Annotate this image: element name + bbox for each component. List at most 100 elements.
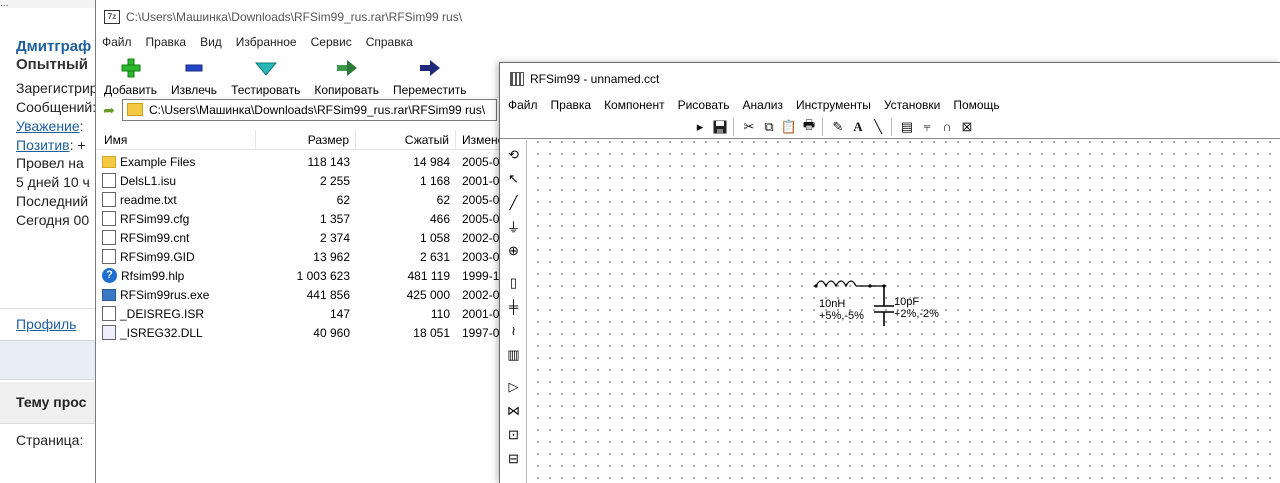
menu-edit[interactable]: Правка	[146, 35, 187, 49]
file-packed-size: 466	[429, 211, 450, 226]
rf-menu-draw[interactable]: Рисовать	[678, 98, 730, 112]
file-icon	[102, 173, 116, 188]
two-port-icon[interactable]: ⊟	[505, 450, 522, 467]
amplifier-icon[interactable]: ▷	[505, 378, 522, 395]
paste-icon[interactable]: 📋	[779, 117, 799, 137]
component-palette: ⟲ ↖ ╱ ⏚ ⊕ ▯ ╪ ≀ ▥ ▷ ⋈ ⊡ ⊟	[500, 140, 527, 483]
file-row[interactable]: ? Rfsim99.hlp 1 003 623 481 119 1999-12	[96, 266, 516, 285]
forum-last-visit: Последний	[16, 193, 89, 209]
file-packed-size: 2 631	[419, 249, 450, 264]
port-icon[interactable]: ⊕	[505, 242, 522, 259]
transmission-line-icon[interactable]: ▥	[505, 346, 522, 363]
file-icon	[102, 306, 116, 321]
test-button[interactable]: Тестировать	[231, 57, 300, 97]
menu-help[interactable]: Справка	[366, 35, 413, 49]
file-icon	[102, 192, 116, 207]
pointer-icon[interactable]: ↖	[505, 170, 522, 187]
capacitor-icon[interactable]: ╪	[505, 298, 522, 315]
file-row[interactable]: _ISREG32.DLL 40 960 18 051 1997-04	[96, 323, 516, 342]
help-file-icon: ?	[102, 268, 117, 283]
rf-menu-settings[interactable]: Установки	[884, 98, 940, 112]
forum-respect-link[interactable]: Уважение	[16, 118, 80, 134]
rfsim-menubar: Файл Правка Компонент Рисовать Анализ Ин…	[500, 95, 1280, 115]
ground-icon[interactable]: ⏚	[505, 218, 522, 235]
menu-tools[interactable]: Сервис	[311, 35, 352, 49]
rf-menu-edit[interactable]: Правка	[551, 98, 592, 112]
move-arrow-icon	[418, 57, 442, 79]
file-packed-size: 14 984	[413, 154, 450, 169]
pen-icon[interactable]: ✎	[828, 117, 848, 137]
file-name-cell: _DEISREG.ISR	[96, 306, 256, 321]
filter-icon[interactable]: ⫧	[917, 117, 937, 137]
file-size: 1 003 623	[296, 268, 350, 283]
copy-button[interactable]: Копировать	[314, 57, 379, 97]
line-icon[interactable]: ╲	[868, 117, 888, 137]
play-icon[interactable]: ▸	[690, 117, 710, 137]
forum-positive-link[interactable]: Позитив	[16, 137, 70, 153]
file-name-cell: RFSim99rus.exe	[96, 288, 256, 302]
file-row[interactable]: DelsL1.isu 2 255 1 168 2001-08	[96, 171, 516, 190]
file-row[interactable]: RFSim99rus.exe 441 856 425 000 2002-06	[96, 285, 516, 304]
rfsim-app-icon	[510, 72, 524, 86]
inductor-value: 10nH	[819, 298, 846, 310]
7zip-titlebar[interactable]: 7z C:\Users\Машинка\Downloads\RFSim99_ru…	[96, 0, 1280, 33]
diode-icon[interactable]: ⊡	[505, 426, 522, 443]
address-bar[interactable]: C:\Users\Машинка\Downloads\RFSim99_rus.r…	[122, 98, 497, 121]
inductor-icon[interactable]: ≀	[505, 322, 522, 339]
file-name: RFSim99.cfg	[120, 211, 190, 226]
file-row[interactable]: RFSim99.GID 13 962 2 631 2003-06	[96, 247, 516, 266]
inductor-tolerance: +5%,-5%	[819, 310, 864, 322]
extract-button-label: Извлечь	[171, 83, 218, 97]
folder-up-icon[interactable]: ➦	[100, 101, 118, 119]
column-size[interactable]: Размер	[256, 130, 356, 150]
capacitor-tolerance: +2%,-2%	[894, 308, 939, 320]
file-name: RFSim99.cnt	[120, 230, 190, 245]
text-icon[interactable]: A	[848, 117, 868, 137]
schematic-canvas[interactable]: 10nH +5%,-5% 10pF +2%,-2%	[500, 140, 1280, 483]
wire-icon[interactable]: ╱	[505, 194, 522, 211]
file-row[interactable]: _DEISREG.ISR 147 110 2001-08	[96, 304, 516, 323]
forum-username[interactable]: Дмитграф	[16, 38, 91, 55]
7zip-title: C:\Users\Машинка\Downloads\RFSim99_rus.r…	[126, 9, 463, 24]
file-name-cell: Example Files	[96, 155, 256, 169]
move-button[interactable]: Переместить	[393, 57, 467, 97]
cut-icon[interactable]: ✂	[739, 117, 759, 137]
dll-file-icon	[102, 325, 116, 340]
calculator-icon[interactable]: ▤	[897, 117, 917, 137]
rfsim-titlebar[interactable]: RFSim99 - unnamed.cct	[500, 63, 1280, 95]
inductor-symbol	[815, 280, 884, 288]
print-icon[interactable]: 🖶	[799, 117, 819, 137]
rf-menu-component[interactable]: Компонент	[604, 98, 665, 112]
column-packed[interactable]: Сжатый	[356, 130, 456, 150]
resistor-icon[interactable]: ▯	[505, 274, 522, 291]
file-size: 1 357	[319, 211, 350, 226]
add-button[interactable]: Добавить	[104, 57, 157, 97]
file-icon	[102, 249, 116, 264]
file-row[interactable]: Example Files 118 143 14 984 2005-03	[96, 152, 516, 171]
rotate-icon[interactable]: ⟲	[505, 146, 522, 163]
file-row[interactable]: RFSim99.cfg 1 357 466 2005-02	[96, 209, 516, 228]
file-size: 118 143	[307, 154, 351, 169]
column-name[interactable]: Имя	[96, 130, 256, 150]
coil-icon[interactable]: ∩	[937, 117, 957, 137]
file-row[interactable]: readme.txt 62 62 2005-03	[96, 190, 516, 209]
file-name: _DEISREG.ISR	[120, 306, 205, 321]
forum-rank: Опытный	[16, 56, 88, 73]
check-icon	[254, 57, 278, 79]
rf-menu-file[interactable]: Файл	[508, 98, 538, 112]
copy-icon[interactable]: ⧉	[759, 117, 779, 137]
forum-profile-line: Профиль	[16, 316, 76, 332]
extract-button[interactable]: Извлечь	[171, 57, 217, 97]
rf-menu-analysis[interactable]: Анализ	[743, 98, 784, 112]
menu-favorites[interactable]: Избранное	[236, 35, 297, 49]
menu-file[interactable]: Файл	[102, 35, 132, 49]
file-name: Example Files	[120, 154, 196, 169]
file-row[interactable]: RFSim99.cnt 2 374 1 058 2002-02	[96, 228, 516, 247]
save-icon[interactable]	[710, 117, 730, 137]
transformer-icon[interactable]: ⋈	[505, 402, 522, 419]
forum-profile-link[interactable]: Профиль	[16, 316, 76, 332]
smith-chart-icon[interactable]: ⊠	[957, 117, 977, 137]
rf-menu-tools[interactable]: Инструменты	[796, 98, 871, 112]
rf-menu-help[interactable]: Помощь	[953, 98, 999, 112]
menu-view[interactable]: Вид	[200, 35, 222, 49]
